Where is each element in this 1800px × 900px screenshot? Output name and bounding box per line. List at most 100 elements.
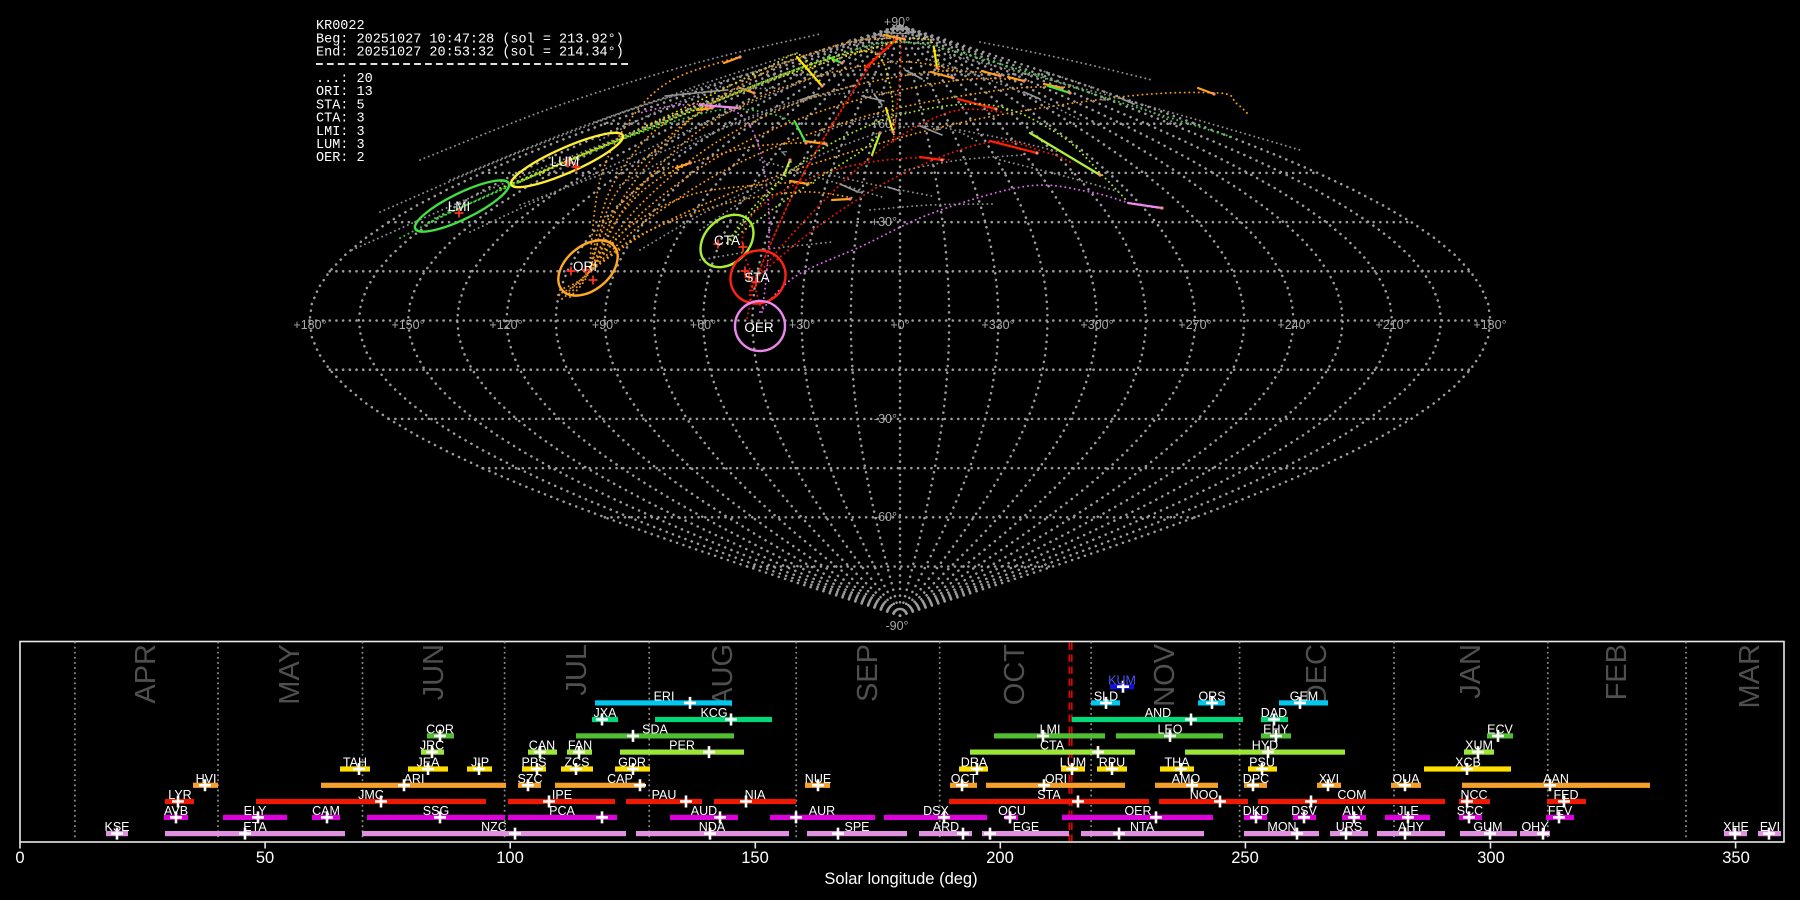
svg-text:JEA: JEA — [417, 756, 441, 770]
svg-text:MAR: MAR — [1734, 644, 1766, 708]
svg-text:ORI: ORI — [1045, 772, 1067, 786]
svg-text:ARI: ARI — [404, 772, 425, 786]
svg-text:JUL: JUL — [561, 644, 593, 696]
svg-text:+180°: +180° — [1473, 318, 1506, 332]
svg-text:OCU: OCU — [998, 804, 1026, 818]
svg-text:200: 200 — [986, 849, 1014, 867]
svg-text:+210°: +210° — [1375, 318, 1408, 332]
svg-text:SCC: SCC — [1457, 804, 1483, 818]
svg-text:AND: AND — [1145, 706, 1171, 720]
svg-text:FEV: FEV — [1548, 804, 1573, 818]
svg-text:+0°: +0° — [890, 318, 909, 332]
svg-text:JMC: JMC — [358, 788, 384, 802]
svg-text:JAN: JAN — [1455, 644, 1487, 699]
svg-text:+330°: +330° — [981, 318, 1014, 332]
svg-text:LMI: LMI — [1040, 723, 1061, 737]
svg-text:End: 20251027 20:53:32 (sol =: End: 20251027 20:53:32 (sol = 214.34°) — [316, 46, 624, 61]
svg-text:MON: MON — [1267, 820, 1296, 834]
svg-text:ORI: ORI — [573, 259, 597, 274]
svg-text:AUD: AUD — [691, 804, 717, 818]
svg-text:-90°: -90° — [885, 619, 908, 633]
svg-text:+90°: +90° — [884, 15, 910, 29]
svg-text:PPS: PPS — [521, 756, 546, 770]
svg-text:NIA: NIA — [745, 788, 767, 802]
svg-text:OER: 2: OER: 2 — [316, 151, 365, 166]
svg-text:NCC: NCC — [1460, 788, 1487, 802]
svg-text:FED: FED — [1554, 788, 1579, 802]
svg-text:+90°: +90° — [592, 318, 618, 332]
svg-text:NUE: NUE — [805, 772, 831, 786]
svg-text:+240°: +240° — [1277, 318, 1310, 332]
svg-text:DKD: DKD — [1243, 804, 1269, 818]
svg-text:ARD: ARD — [933, 820, 959, 834]
svg-text:JUN: JUN — [418, 644, 450, 700]
svg-text:AAN: AAN — [1543, 772, 1569, 786]
svg-text:PAU: PAU — [652, 788, 677, 802]
svg-text:NOV: NOV — [1149, 643, 1181, 707]
svg-text:LYR: LYR — [168, 788, 191, 802]
svg-text:ORS: ORS — [1198, 690, 1225, 704]
svg-text:LEO: LEO — [1157, 723, 1182, 737]
svg-text:XVI: XVI — [1319, 772, 1339, 786]
svg-text:LUM: LUM — [551, 154, 580, 169]
svg-text:+180°: +180° — [293, 318, 326, 332]
svg-text:Solar longitude (deg): Solar longitude (deg) — [824, 870, 977, 888]
svg-text:DAD: DAD — [1261, 706, 1287, 720]
svg-text:SPE: SPE — [844, 820, 869, 834]
svg-text:KUM: KUM — [1108, 673, 1136, 687]
svg-text:ELY: ELY — [244, 804, 267, 818]
svg-text:+60°: +60° — [690, 318, 716, 332]
svg-text:-60°: -60° — [874, 510, 897, 524]
svg-text:NDA: NDA — [699, 820, 726, 834]
svg-text:250: 250 — [1231, 849, 1259, 867]
svg-text:URS: URS — [1336, 820, 1362, 834]
svg-text:EGE: EGE — [1013, 820, 1039, 834]
svg-text:150: 150 — [741, 849, 769, 867]
svg-text:PCA: PCA — [549, 804, 575, 818]
svg-text:PSU: PSU — [1249, 756, 1275, 770]
svg-text:XCB: XCB — [1455, 756, 1481, 770]
svg-text:DSX: DSX — [923, 804, 949, 818]
svg-text:MAY: MAY — [274, 644, 306, 705]
svg-text:TAH: TAH — [343, 756, 367, 770]
svg-text:SLD: SLD — [1094, 690, 1118, 704]
svg-text:APR: APR — [130, 644, 162, 704]
svg-text:GEM: GEM — [1290, 690, 1318, 704]
svg-text:CAP: CAP — [607, 772, 633, 786]
svg-text:+30°: +30° — [789, 318, 815, 332]
svg-text:JIP: JIP — [471, 756, 489, 770]
svg-text:IPE: IPE — [552, 788, 572, 802]
svg-text:SEP: SEP — [852, 644, 884, 702]
svg-text:SDA: SDA — [642, 723, 668, 737]
svg-text:COM: COM — [1337, 788, 1366, 802]
svg-text:ZCS: ZCS — [565, 756, 590, 770]
svg-text:300: 300 — [1477, 849, 1505, 867]
svg-text:EVI: EVI — [1760, 820, 1780, 834]
svg-text:ETA: ETA — [243, 820, 267, 834]
svg-text:QUA: QUA — [1392, 772, 1420, 786]
svg-text:OHY: OHY — [1521, 820, 1549, 834]
svg-text:AHY: AHY — [1398, 820, 1424, 834]
svg-text:JXA: JXA — [594, 706, 618, 720]
svg-text:NOO: NOO — [1190, 788, 1219, 802]
svg-text:RPU: RPU — [1099, 756, 1125, 770]
svg-text:+300°: +300° — [1080, 318, 1113, 332]
svg-text:+270°: +270° — [1178, 318, 1211, 332]
svg-text:OCT: OCT — [951, 772, 978, 786]
svg-text:HVI: HVI — [196, 772, 217, 786]
svg-text:COR: COR — [426, 723, 454, 737]
svg-text:GDR: GDR — [618, 756, 646, 770]
svg-text:+150°: +150° — [391, 318, 424, 332]
svg-text:350: 350 — [1722, 849, 1750, 867]
svg-text:AMO: AMO — [1172, 772, 1201, 786]
svg-text:FEB: FEB — [1601, 644, 1633, 700]
svg-text:XUM: XUM — [1465, 739, 1493, 753]
svg-text:ERI: ERI — [654, 690, 675, 704]
svg-text:-30°: -30° — [874, 412, 897, 426]
svg-text:ECV: ECV — [1487, 723, 1513, 737]
svg-text:XHE: XHE — [1723, 820, 1749, 834]
svg-text:DSV: DSV — [1291, 804, 1317, 818]
svg-text:+30°: +30° — [871, 215, 897, 229]
svg-text:JRC: JRC — [420, 739, 444, 753]
svg-text:ALY: ALY — [1343, 804, 1366, 818]
